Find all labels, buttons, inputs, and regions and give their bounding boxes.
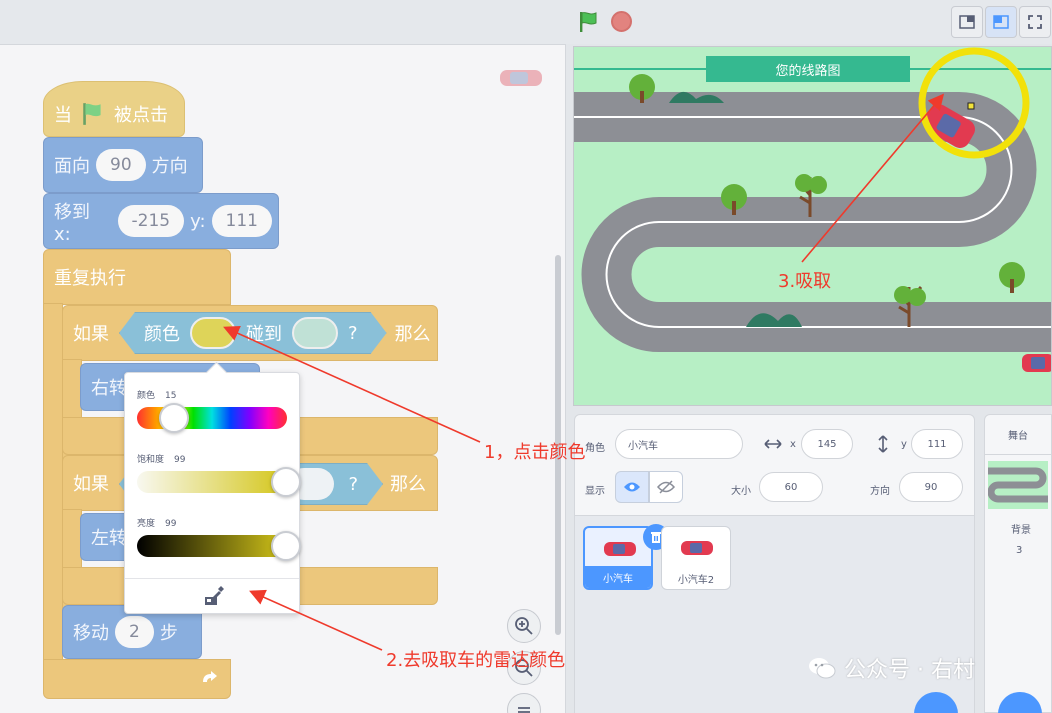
- brightness-slider-knob[interactable]: [271, 531, 301, 561]
- wechat-icon: [809, 658, 836, 679]
- hue-label: 颜色 15: [137, 391, 177, 401]
- direction-label: 方向: [870, 486, 890, 497]
- car-icon: [604, 542, 636, 556]
- backdrop-thumbnail: [988, 461, 1048, 509]
- show-label: 显示: [585, 486, 605, 497]
- annotation-step1: 1，点击颜色: [484, 442, 586, 463]
- small-stage-icon: [959, 15, 975, 29]
- sprite-label: 角色: [585, 443, 605, 454]
- sprite-thumb-name: 小汽车2: [677, 574, 715, 586]
- show-hidden-button[interactable]: [649, 471, 683, 503]
- sprite-name-input[interactable]: 小汽车: [615, 429, 743, 459]
- brightness-label: 亮度 99: [137, 519, 177, 529]
- picker-divider: [125, 578, 299, 579]
- x-input[interactable]: 145: [801, 429, 853, 459]
- saturation-slider[interactable]: [137, 467, 301, 497]
- fullscreen-button[interactable]: [1019, 6, 1051, 38]
- zoom-reset-icon: [518, 707, 530, 713]
- sprite-thumb-car[interactable]: 小汽车: [583, 524, 669, 590]
- show-visible-button[interactable]: [615, 471, 649, 503]
- stop-icon[interactable]: [611, 11, 632, 32]
- hue-slider[interactable]: [137, 403, 287, 433]
- color-picker-popover: 颜色 15 饱和度 99 亮度 99: [124, 372, 301, 614]
- sprite-thumb-car2[interactable]: 小汽车2: [661, 526, 731, 590]
- fullscreen-icon: [1028, 15, 1042, 29]
- stage-header: 舞台: [985, 415, 1051, 455]
- x-label: x: [790, 439, 796, 450]
- watermark-text: 公众号 · 右村: [844, 658, 975, 683]
- hue-slider-knob[interactable]: [159, 403, 189, 433]
- stage-selector-panel[interactable]: 舞台 背景 3: [984, 414, 1052, 713]
- eye-icon: [624, 482, 640, 492]
- annotation-step2: 2.去吸取车的雷达颜色: [386, 650, 566, 671]
- y-arrows-icon: [878, 435, 888, 453]
- size-label: 大小: [731, 486, 751, 497]
- saturation-slider-knob[interactable]: [271, 467, 301, 497]
- eye-hidden-icon: [657, 480, 675, 494]
- size-input[interactable]: 60: [759, 472, 823, 502]
- stage-title-banner: 您的线路图: [706, 56, 910, 82]
- large-stage-icon: [993, 15, 1009, 29]
- backdrop-count: 3: [1016, 545, 1023, 556]
- y-label: y: [901, 439, 907, 450]
- car-icon: [681, 541, 713, 555]
- zoom-in-button[interactable]: [507, 609, 541, 643]
- direction-input[interactable]: 90: [899, 472, 963, 502]
- stage-canvas[interactable]: 您的线路图: [573, 46, 1052, 406]
- track-map: [574, 47, 1051, 372]
- annotation-step3: 3.吸取: [778, 271, 832, 292]
- car-sprite-2: [1022, 354, 1051, 372]
- brightness-slider[interactable]: [137, 531, 301, 561]
- large-stage-button[interactable]: [985, 6, 1017, 38]
- zoom-in-icon: [515, 617, 533, 635]
- small-stage-button[interactable]: [951, 6, 983, 38]
- eyedropper-icon[interactable]: [203, 585, 225, 607]
- sprite-thumb-name: 小汽车: [585, 566, 651, 588]
- backdrop-label: 背景: [1011, 525, 1031, 536]
- green-flag-icon[interactable]: [577, 10, 601, 34]
- top-bar: [0, 0, 1052, 44]
- watermark: 公众号 · 右村: [808, 652, 975, 684]
- x-arrows-icon: [764, 439, 782, 449]
- y-input[interactable]: 111: [911, 429, 963, 459]
- saturation-label: 饱和度 99: [137, 455, 186, 465]
